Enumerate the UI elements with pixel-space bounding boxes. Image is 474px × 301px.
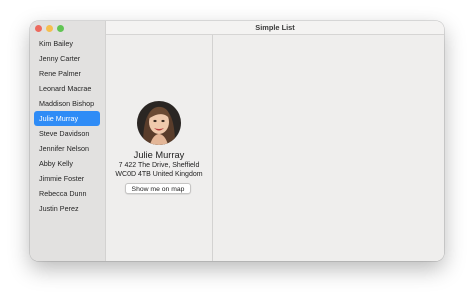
list-item[interactable]: Abby Kelly [34, 156, 100, 171]
address-line-1: 7 422 The Drive, Sheffield [118, 162, 200, 169]
minimize-window-button[interactable] [46, 25, 53, 32]
list-item[interactable]: Steve Davidson [34, 126, 100, 141]
detail-pane: Julie Murray 7 422 The Drive, Sheffield … [106, 35, 213, 261]
list-item[interactable]: Rebecca Dunn [34, 186, 100, 201]
app-window: Kim Bailey Jenny Carter Rene Palmer Leon… [30, 21, 444, 261]
avatar [137, 101, 181, 145]
list-item-selected[interactable]: Julie Murray [34, 111, 100, 126]
people-list: Kim Bailey Jenny Carter Rene Palmer Leon… [34, 36, 100, 216]
list-item[interactable]: Leonard Macrae [34, 81, 100, 96]
person-photo-avatar-icon [137, 101, 181, 145]
list-item[interactable]: Jimmie Foster [34, 171, 100, 186]
window-controls [35, 25, 64, 32]
empty-content-pane [213, 35, 444, 261]
list-item[interactable]: Kim Bailey [34, 36, 100, 51]
show-on-map-button[interactable]: Show me on map [125, 183, 191, 194]
contact-name: Julie Murray [133, 150, 185, 160]
zoom-window-button[interactable] [57, 25, 64, 32]
sidebar: Kim Bailey Jenny Carter Rene Palmer Leon… [30, 21, 106, 261]
window-title: Simple List [255, 23, 295, 32]
list-item[interactable]: Justin Perez [34, 201, 100, 216]
title-bar: Simple List [106, 21, 444, 35]
list-item[interactable]: Rene Palmer [34, 66, 100, 81]
address-line-2: WC0D 4TB United Kingdom [115, 171, 203, 178]
list-item[interactable]: Maddison Bishop [34, 96, 100, 111]
list-item[interactable]: Jenny Carter [34, 51, 100, 66]
close-window-button[interactable] [35, 25, 42, 32]
list-item[interactable]: Jennifer Nelson [34, 141, 100, 156]
